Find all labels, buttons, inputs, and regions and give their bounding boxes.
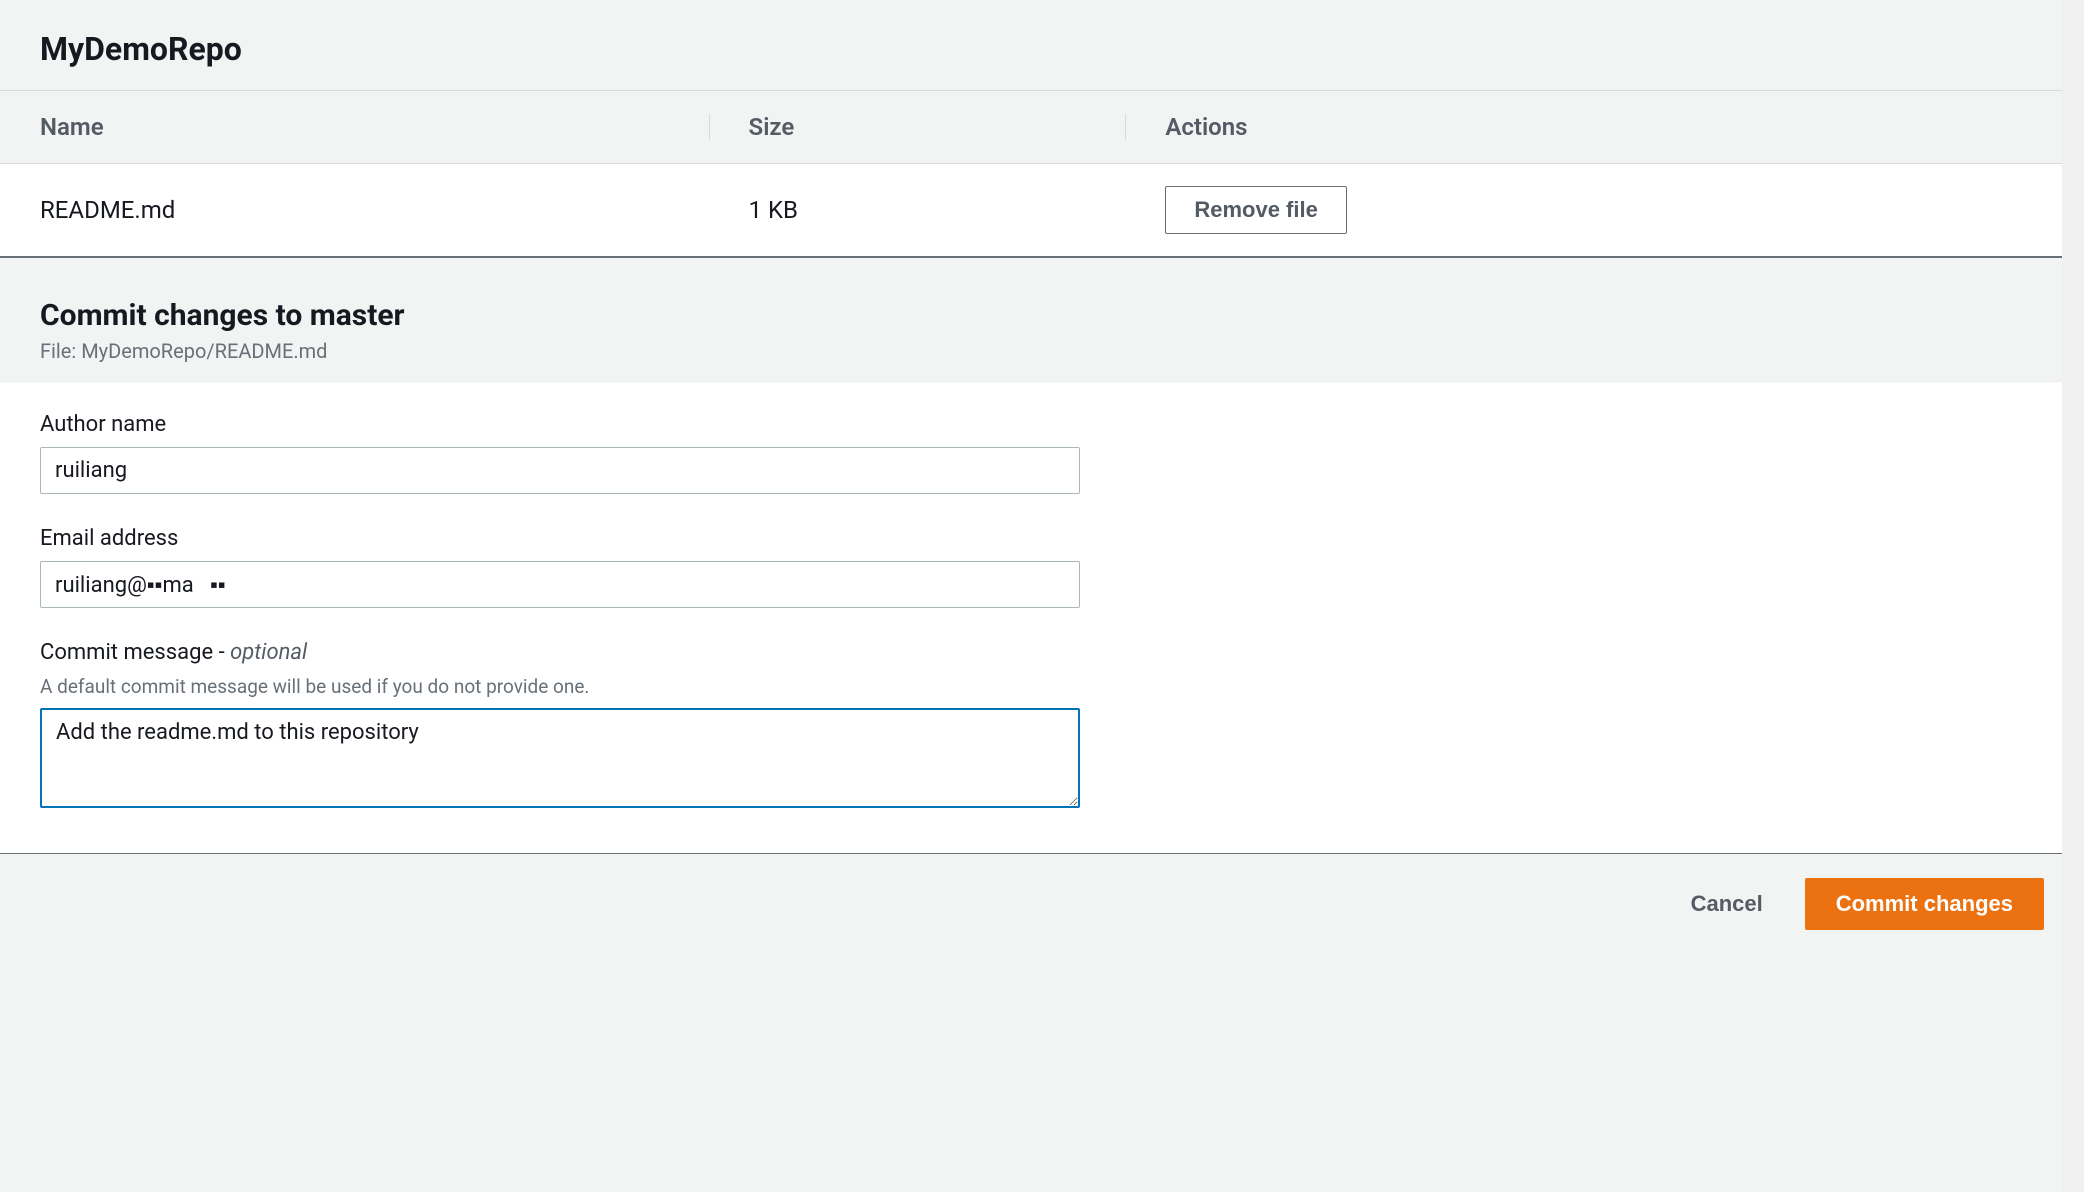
column-header-size: Size <box>709 91 1126 164</box>
column-header-name: Name <box>0 91 709 164</box>
commit-message-group: Commit message - optional A default comm… <box>40 640 2044 813</box>
table-header-row: Name Size Actions <box>0 91 2084 164</box>
column-header-actions: Actions <box>1125 91 2084 164</box>
commit-form: Author name Email address Commit message… <box>0 382 2084 854</box>
commit-message-label-text: Commit message <box>40 640 219 665</box>
commit-changes-button[interactable]: Commit changes <box>1805 878 2044 930</box>
commit-message-label: Commit message - optional <box>40 640 2044 665</box>
author-name-input[interactable] <box>40 447 1080 494</box>
file-name-cell: README.md <box>0 164 709 258</box>
file-actions-cell: Remove file <box>1125 164 2084 258</box>
commit-message-label-optional: optional <box>230 640 307 665</box>
commit-message-help: A default commit message will be used if… <box>40 675 2044 698</box>
page-header: MyDemoRepo <box>0 0 2084 91</box>
commit-message-textarea[interactable]: Add the readme.md to this repository <box>40 708 1080 808</box>
commit-title: Commit changes to master <box>40 298 2044 333</box>
cancel-button[interactable]: Cancel <box>1679 881 1775 927</box>
commit-file-path: File: MyDemoRepo/README.md <box>40 339 2044 363</box>
file-prefix: File: <box>40 339 81 363</box>
email-input[interactable] <box>40 561 1080 608</box>
remove-file-button[interactable]: Remove file <box>1165 186 1347 234</box>
commit-message-label-dash: - <box>219 640 231 665</box>
file-size-cell: 1 KB <box>709 164 1126 258</box>
commit-section-header: Commit changes to master File: MyDemoRep… <box>0 258 2084 382</box>
author-name-label: Author name <box>40 412 2044 437</box>
scrollbar-track[interactable] <box>2062 0 2084 1192</box>
author-name-group: Author name <box>40 412 2044 494</box>
table-row: README.md 1 KB Remove file <box>0 164 2084 258</box>
email-label: Email address <box>40 526 2044 551</box>
email-group: Email address <box>40 526 2044 608</box>
file-table: Name Size Actions README.md 1 KB Remove … <box>0 91 2084 258</box>
repo-title: MyDemoRepo <box>40 30 2044 68</box>
footer-actions: Cancel Commit changes <box>0 854 2084 954</box>
file-path: MyDemoRepo/README.md <box>81 339 327 363</box>
